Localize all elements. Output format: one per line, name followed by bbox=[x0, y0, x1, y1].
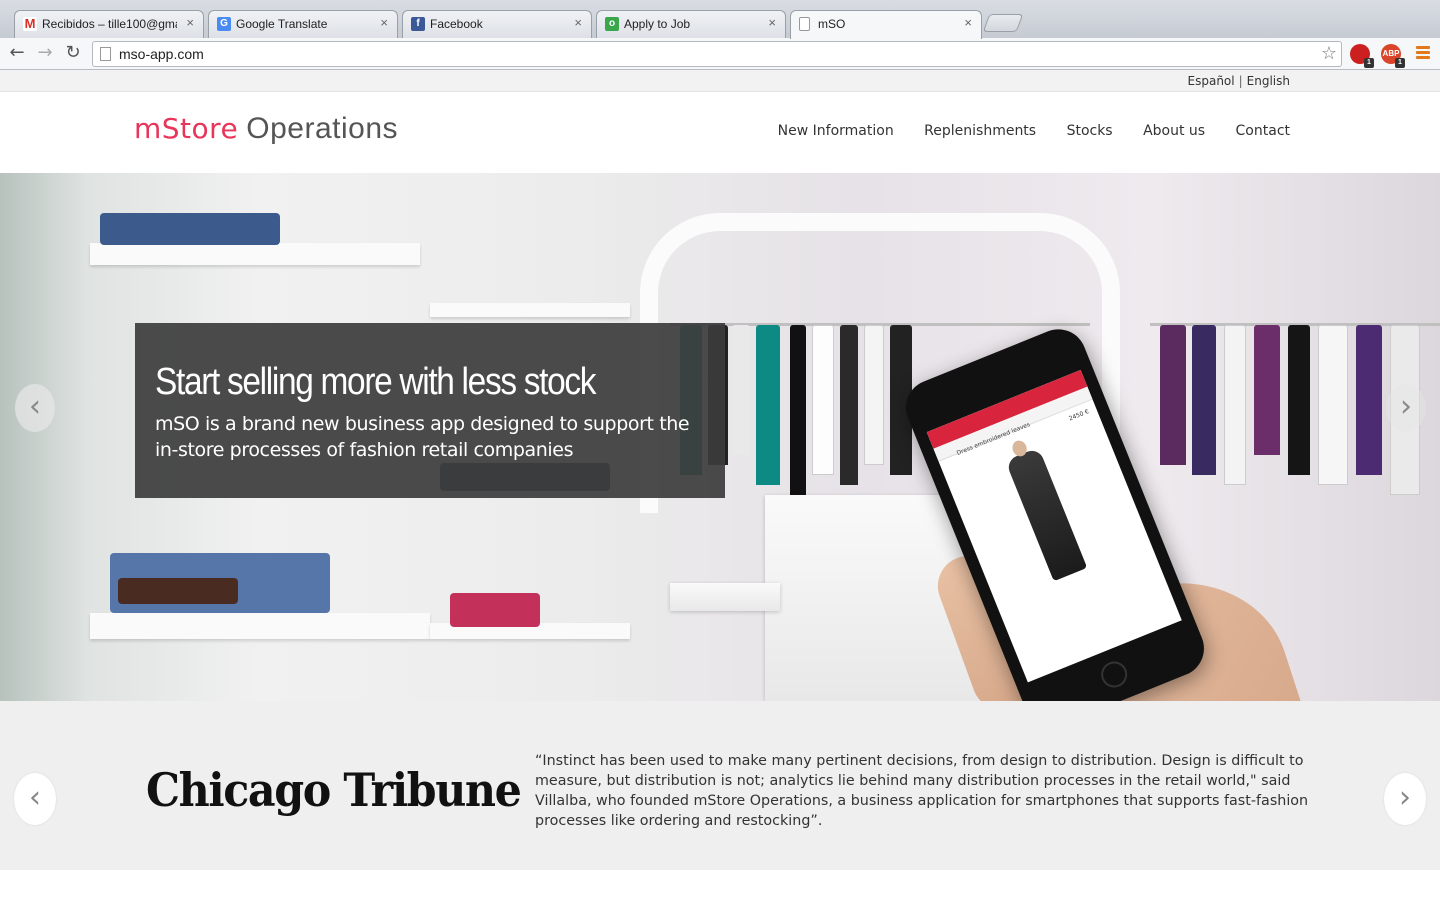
forward-icon[interactable]: → bbox=[34, 42, 56, 64]
nav-contact[interactable]: Contact bbox=[1236, 123, 1290, 139]
lang-separator: | bbox=[1238, 74, 1243, 88]
garment bbox=[840, 325, 858, 485]
tab-strip: M Recibidos – tille100@gmail.com × G Goo… bbox=[0, 0, 1440, 39]
tab-apply-to-job[interactable]: o Apply to Job × bbox=[596, 10, 786, 38]
garment bbox=[812, 325, 834, 475]
shelf bbox=[430, 303, 630, 317]
lang-english-link[interactable]: English bbox=[1247, 74, 1290, 88]
logo-operations: Operations bbox=[246, 112, 399, 145]
job-icon: o bbox=[605, 17, 619, 31]
gmail-icon: M bbox=[23, 16, 37, 31]
hero-title: Start selling more with less stock bbox=[155, 361, 596, 403]
tab-google-translate[interactable]: G Google Translate × bbox=[208, 10, 398, 38]
site-logo[interactable]: mStore Operations bbox=[134, 112, 398, 146]
facebook-icon: f bbox=[411, 17, 425, 31]
page-icon bbox=[100, 47, 111, 61]
garment bbox=[1356, 325, 1382, 475]
adblock-stop-icon[interactable]: 1 bbox=[1350, 44, 1374, 68]
nav-new-information[interactable]: New Information bbox=[778, 123, 894, 139]
browser-toolbar: ← → ↻ mso-app.com ☆ 1 ABP 1 bbox=[0, 38, 1440, 70]
shelf bbox=[90, 613, 430, 639]
garment bbox=[1318, 325, 1348, 485]
press-next-arrow[interactable]: › bbox=[1384, 773, 1426, 825]
leather-belt bbox=[118, 578, 238, 604]
hero-prev-arrow[interactable]: ‹ bbox=[15, 384, 55, 432]
tab-label: mSO bbox=[818, 17, 846, 31]
folded-jeans bbox=[100, 213, 280, 245]
menu-icon[interactable] bbox=[1416, 46, 1430, 61]
bookmark-star-icon[interactable]: ☆ bbox=[1321, 43, 1337, 64]
garment bbox=[756, 325, 780, 485]
tab-gmail[interactable]: M Recibidos – tille100@gmail.com × bbox=[14, 10, 204, 38]
display-table bbox=[670, 583, 780, 611]
address-bar[interactable]: mso-app.com ☆ bbox=[92, 41, 1342, 67]
logo-mstore: mStore bbox=[134, 112, 239, 145]
press-prev-arrow[interactable]: ‹ bbox=[14, 773, 56, 825]
tab-mso[interactable]: mSO × bbox=[790, 10, 982, 39]
hero-subtitle: mSO is a brand new business app designed… bbox=[155, 413, 690, 461]
tab-label: Facebook bbox=[430, 17, 483, 31]
language-bar: Español | English bbox=[0, 70, 1440, 92]
back-icon[interactable]: ← bbox=[6, 42, 28, 64]
lang-spanish-link[interactable]: Español bbox=[1188, 74, 1235, 88]
app-product-price: 2450 € bbox=[1067, 408, 1091, 423]
close-tab-icon[interactable]: × bbox=[186, 15, 194, 30]
press-section: ‹ Chicago Tribune “Instinct has been use… bbox=[0, 701, 1440, 870]
url-text[interactable]: mso-app.com bbox=[119, 46, 204, 62]
site-header: mStore Operations New Information Repleni… bbox=[0, 92, 1440, 173]
translate-icon: G bbox=[217, 17, 231, 31]
nav-replenishments[interactable]: Replenishments bbox=[924, 123, 1036, 139]
garment bbox=[1224, 325, 1246, 485]
chicago-tribune-logo: Chicago Tribune bbox=[146, 763, 522, 817]
hero-slider: Dress embroidered leaves 2450 € Start se… bbox=[0, 173, 1440, 701]
garment bbox=[790, 325, 806, 495]
phone-home-button bbox=[1097, 657, 1132, 692]
garment bbox=[732, 325, 750, 455]
hero-next-arrow[interactable]: › bbox=[1386, 384, 1426, 432]
press-quote: “Instinct has been used to make many per… bbox=[535, 753, 1309, 829]
reload-icon[interactable]: ↻ bbox=[62, 42, 84, 64]
nav-stocks[interactable]: Stocks bbox=[1067, 123, 1113, 139]
folded-shirts bbox=[450, 593, 540, 627]
garment bbox=[1192, 325, 1216, 475]
garment bbox=[1160, 325, 1186, 465]
close-tab-icon[interactable]: × bbox=[380, 15, 388, 30]
tab-label: Recibidos – tille100@gmail.com bbox=[42, 17, 177, 31]
garment bbox=[864, 325, 884, 465]
close-tab-icon[interactable]: × bbox=[574, 15, 582, 30]
close-tab-icon[interactable]: × bbox=[964, 15, 972, 30]
product-photo bbox=[1005, 447, 1088, 582]
page-icon bbox=[799, 17, 810, 31]
close-tab-icon[interactable]: × bbox=[768, 15, 776, 30]
nav-about-us[interactable]: About us bbox=[1143, 123, 1205, 139]
hero-caption: Start selling more with less stock mSO i… bbox=[135, 323, 725, 498]
garment bbox=[1288, 325, 1310, 475]
tab-label: Apply to Job bbox=[624, 17, 691, 31]
abp-icon[interactable]: ABP 1 bbox=[1381, 44, 1405, 68]
garment bbox=[1254, 325, 1280, 455]
tab-facebook[interactable]: f Facebook × bbox=[402, 10, 592, 38]
main-nav: New Information Replenishments Stocks Ab… bbox=[752, 123, 1290, 139]
tab-label: Google Translate bbox=[236, 17, 328, 31]
shelf bbox=[90, 243, 420, 265]
new-tab-button[interactable] bbox=[982, 14, 1024, 32]
